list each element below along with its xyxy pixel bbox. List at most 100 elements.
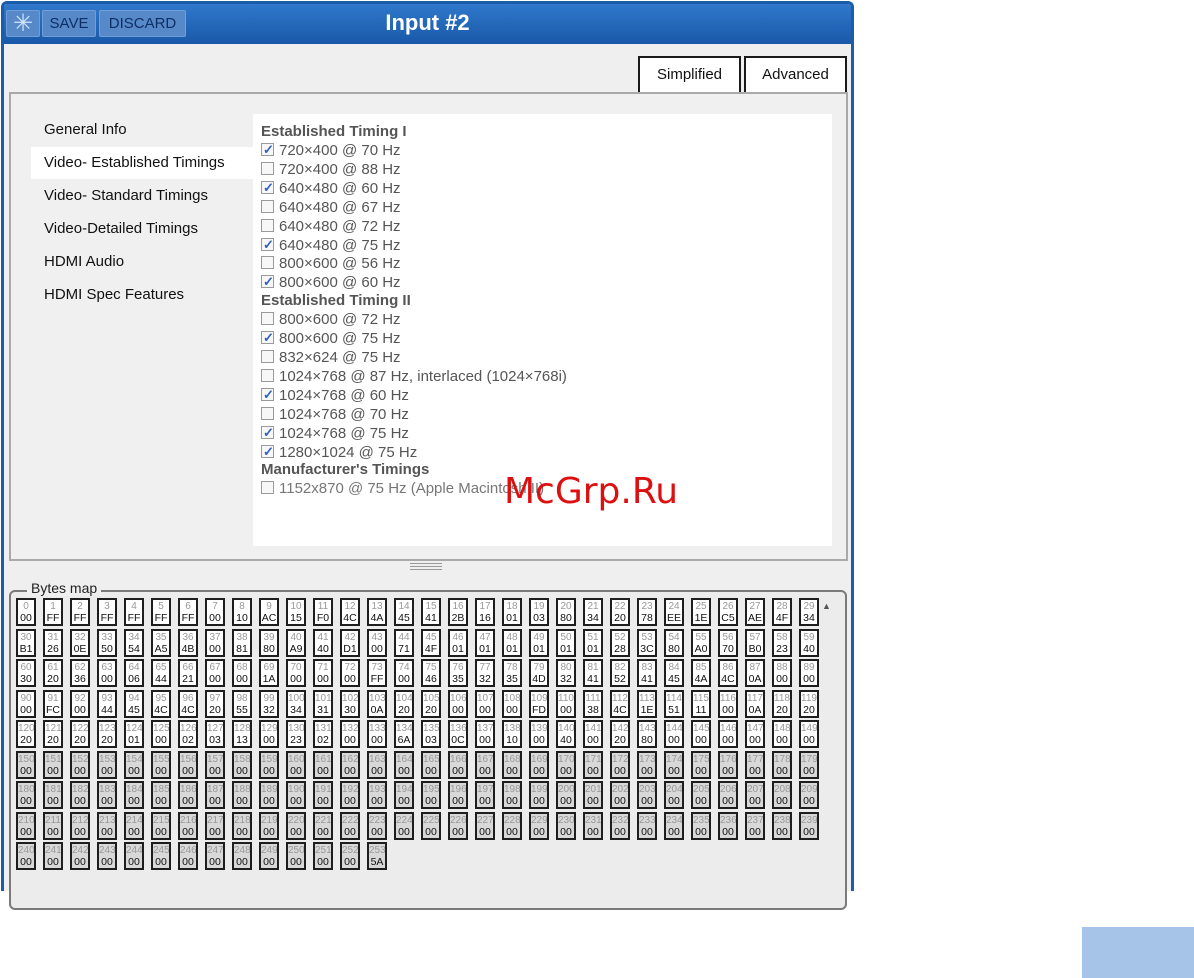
byte-cell[interactable]: 232 00 (610, 811, 630, 840)
byte-cell[interactable]: 22 20 (610, 598, 630, 626)
byte-cell[interactable]: 194 00 (394, 781, 414, 809)
byte-cell[interactable]: 97 20 (205, 689, 225, 718)
byte-cell[interactable]: 229 00 (529, 811, 549, 840)
byte-cell[interactable]: 110 00 (556, 689, 576, 718)
byte-cell[interactable]: 66 21 (178, 659, 198, 687)
byte-cell[interactable]: 23 78 (637, 598, 657, 626)
byte-cell[interactable]: 28 4F (772, 598, 792, 626)
byte-cell[interactable]: 119 20 (799, 689, 819, 718)
byte-cell[interactable]: 51 01 (583, 628, 603, 657)
byte-cell[interactable]: 206 00 (718, 781, 738, 809)
byte-cell[interactable]: 27 AE (745, 598, 765, 626)
byte-cell[interactable]: 106 00 (448, 689, 468, 718)
byte-cell[interactable]: 128 13 (232, 720, 252, 748)
timing-checkbox[interactable] (261, 218, 274, 232)
byte-cell[interactable]: 130 23 (286, 720, 306, 748)
byte-cell[interactable]: 61 20 (43, 659, 63, 687)
byte-cell[interactable]: 36 4B (178, 628, 198, 657)
byte-cell[interactable]: 63 00 (97, 659, 117, 687)
byte-cell[interactable]: 90 00 (16, 689, 36, 718)
byte-cell[interactable]: 188 00 (232, 781, 252, 809)
scroll-up-arrow-icon[interactable]: ▲ (822, 601, 831, 611)
byte-cell[interactable]: 200 00 (556, 781, 576, 809)
byte-cell[interactable]: 15 41 (421, 598, 441, 626)
byte-cell[interactable]: 11 F0 (313, 598, 333, 626)
byte-cell[interactable]: 148 00 (772, 720, 792, 748)
byte-cell[interactable]: 10 15 (286, 598, 306, 626)
byte-cell[interactable]: 180 00 (16, 781, 36, 809)
byte-cell[interactable]: 199 00 (529, 781, 549, 809)
timing-checkbox[interactable] (261, 442, 274, 461)
byte-cell[interactable]: 167 00 (475, 750, 495, 779)
timing-checkbox[interactable] (261, 328, 274, 347)
byte-cell[interactable]: 174 00 (664, 750, 684, 779)
byte-cell[interactable]: 196 00 (448, 781, 468, 809)
byte-cell[interactable]: 131 02 (313, 720, 333, 748)
byte-cell[interactable]: 35 A5 (151, 628, 171, 657)
byte-cell[interactable]: 93 44 (97, 689, 117, 718)
byte-cell[interactable]: 219 00 (259, 811, 279, 840)
byte-cell[interactable]: 57 B0 (745, 628, 765, 657)
byte-cell[interactable]: 253 5A (367, 842, 387, 870)
byte-cell[interactable]: 203 00 (637, 781, 657, 809)
byte-cell[interactable]: 45 4F (421, 628, 441, 657)
byte-cell[interactable]: 197 00 (475, 781, 495, 809)
byte-cell[interactable]: 42 D1 (340, 628, 360, 657)
byte-cell[interactable]: 237 00 (745, 811, 765, 840)
byte-cell[interactable]: 94 45 (124, 689, 144, 718)
timing-checkbox[interactable] (261, 368, 274, 382)
byte-cell[interactable]: 24 EE (664, 598, 684, 626)
timing-checkbox[interactable] (261, 199, 274, 213)
byte-cell[interactable]: 213 00 (97, 811, 117, 840)
byte-cell[interactable]: 208 00 (772, 781, 792, 809)
byte-cell[interactable]: 248 00 (232, 842, 252, 870)
byte-cell[interactable]: 77 32 (475, 659, 495, 687)
byte-cell[interactable]: 81 41 (583, 659, 603, 687)
byte-cell[interactable]: 107 00 (475, 689, 495, 718)
byte-cell[interactable]: 91 FC (43, 689, 63, 718)
byte-cell[interactable]: 145 00 (691, 720, 711, 748)
byte-cell[interactable]: 44 71 (394, 628, 414, 657)
timing-checkbox[interactable] (261, 140, 274, 159)
byte-cell[interactable]: 50 01 (556, 628, 576, 657)
byte-cell[interactable]: 60 30 (16, 659, 36, 687)
byte-cell[interactable]: 158 00 (232, 750, 252, 779)
byte-cell[interactable]: 161 00 (313, 750, 333, 779)
tab-simplified[interactable]: Simplified (638, 56, 741, 92)
byte-cell[interactable]: 53 3C (637, 628, 657, 657)
byte-cell[interactable]: 7 00 (205, 598, 225, 626)
byte-cell[interactable]: 155 00 (151, 750, 171, 779)
byte-cell[interactable]: 222 00 (340, 811, 360, 840)
byte-cell[interactable]: 189 00 (259, 781, 279, 809)
byte-cell[interactable]: 38 81 (232, 628, 252, 657)
tab-advanced[interactable]: Advanced (744, 56, 847, 92)
timing-checkbox[interactable] (261, 423, 274, 442)
byte-cell[interactable]: 204 00 (664, 781, 684, 809)
byte-cell[interactable]: 86 4C (718, 659, 738, 687)
byte-cell[interactable]: 67 00 (205, 659, 225, 687)
byte-cell[interactable]: 75 46 (421, 659, 441, 687)
byte-cell[interactable]: 37 00 (205, 628, 225, 657)
byte-cell[interactable]: 183 00 (97, 781, 117, 809)
byte-cell[interactable]: 141 00 (583, 720, 603, 748)
byte-cell[interactable]: 162 00 (340, 750, 360, 779)
byte-cell[interactable]: 9 AC (259, 598, 279, 626)
byte-cell[interactable]: 246 00 (178, 842, 198, 870)
byte-cell[interactable]: 121 20 (43, 720, 63, 748)
byte-cell[interactable]: 185 00 (151, 781, 171, 809)
byte-cell[interactable]: 5 FF (151, 598, 171, 626)
byte-cell[interactable]: 83 41 (637, 659, 657, 687)
byte-cell[interactable]: 236 00 (718, 811, 738, 840)
byte-cell[interactable]: 154 00 (124, 750, 144, 779)
byte-cell[interactable]: 231 00 (583, 811, 603, 840)
byte-cell[interactable]: 122 20 (70, 720, 90, 748)
timing-checkbox[interactable] (261, 178, 274, 197)
byte-cell[interactable]: 238 00 (772, 811, 792, 840)
byte-cell[interactable]: 192 00 (340, 781, 360, 809)
byte-cell[interactable]: 224 00 (394, 811, 414, 840)
byte-cell[interactable]: 202 00 (610, 781, 630, 809)
byte-cell[interactable]: 69 1A (259, 659, 279, 687)
byte-cell[interactable]: 234 00 (664, 811, 684, 840)
byte-cell[interactable]: 216 00 (178, 811, 198, 840)
byte-cell[interactable]: 58 23 (772, 628, 792, 657)
